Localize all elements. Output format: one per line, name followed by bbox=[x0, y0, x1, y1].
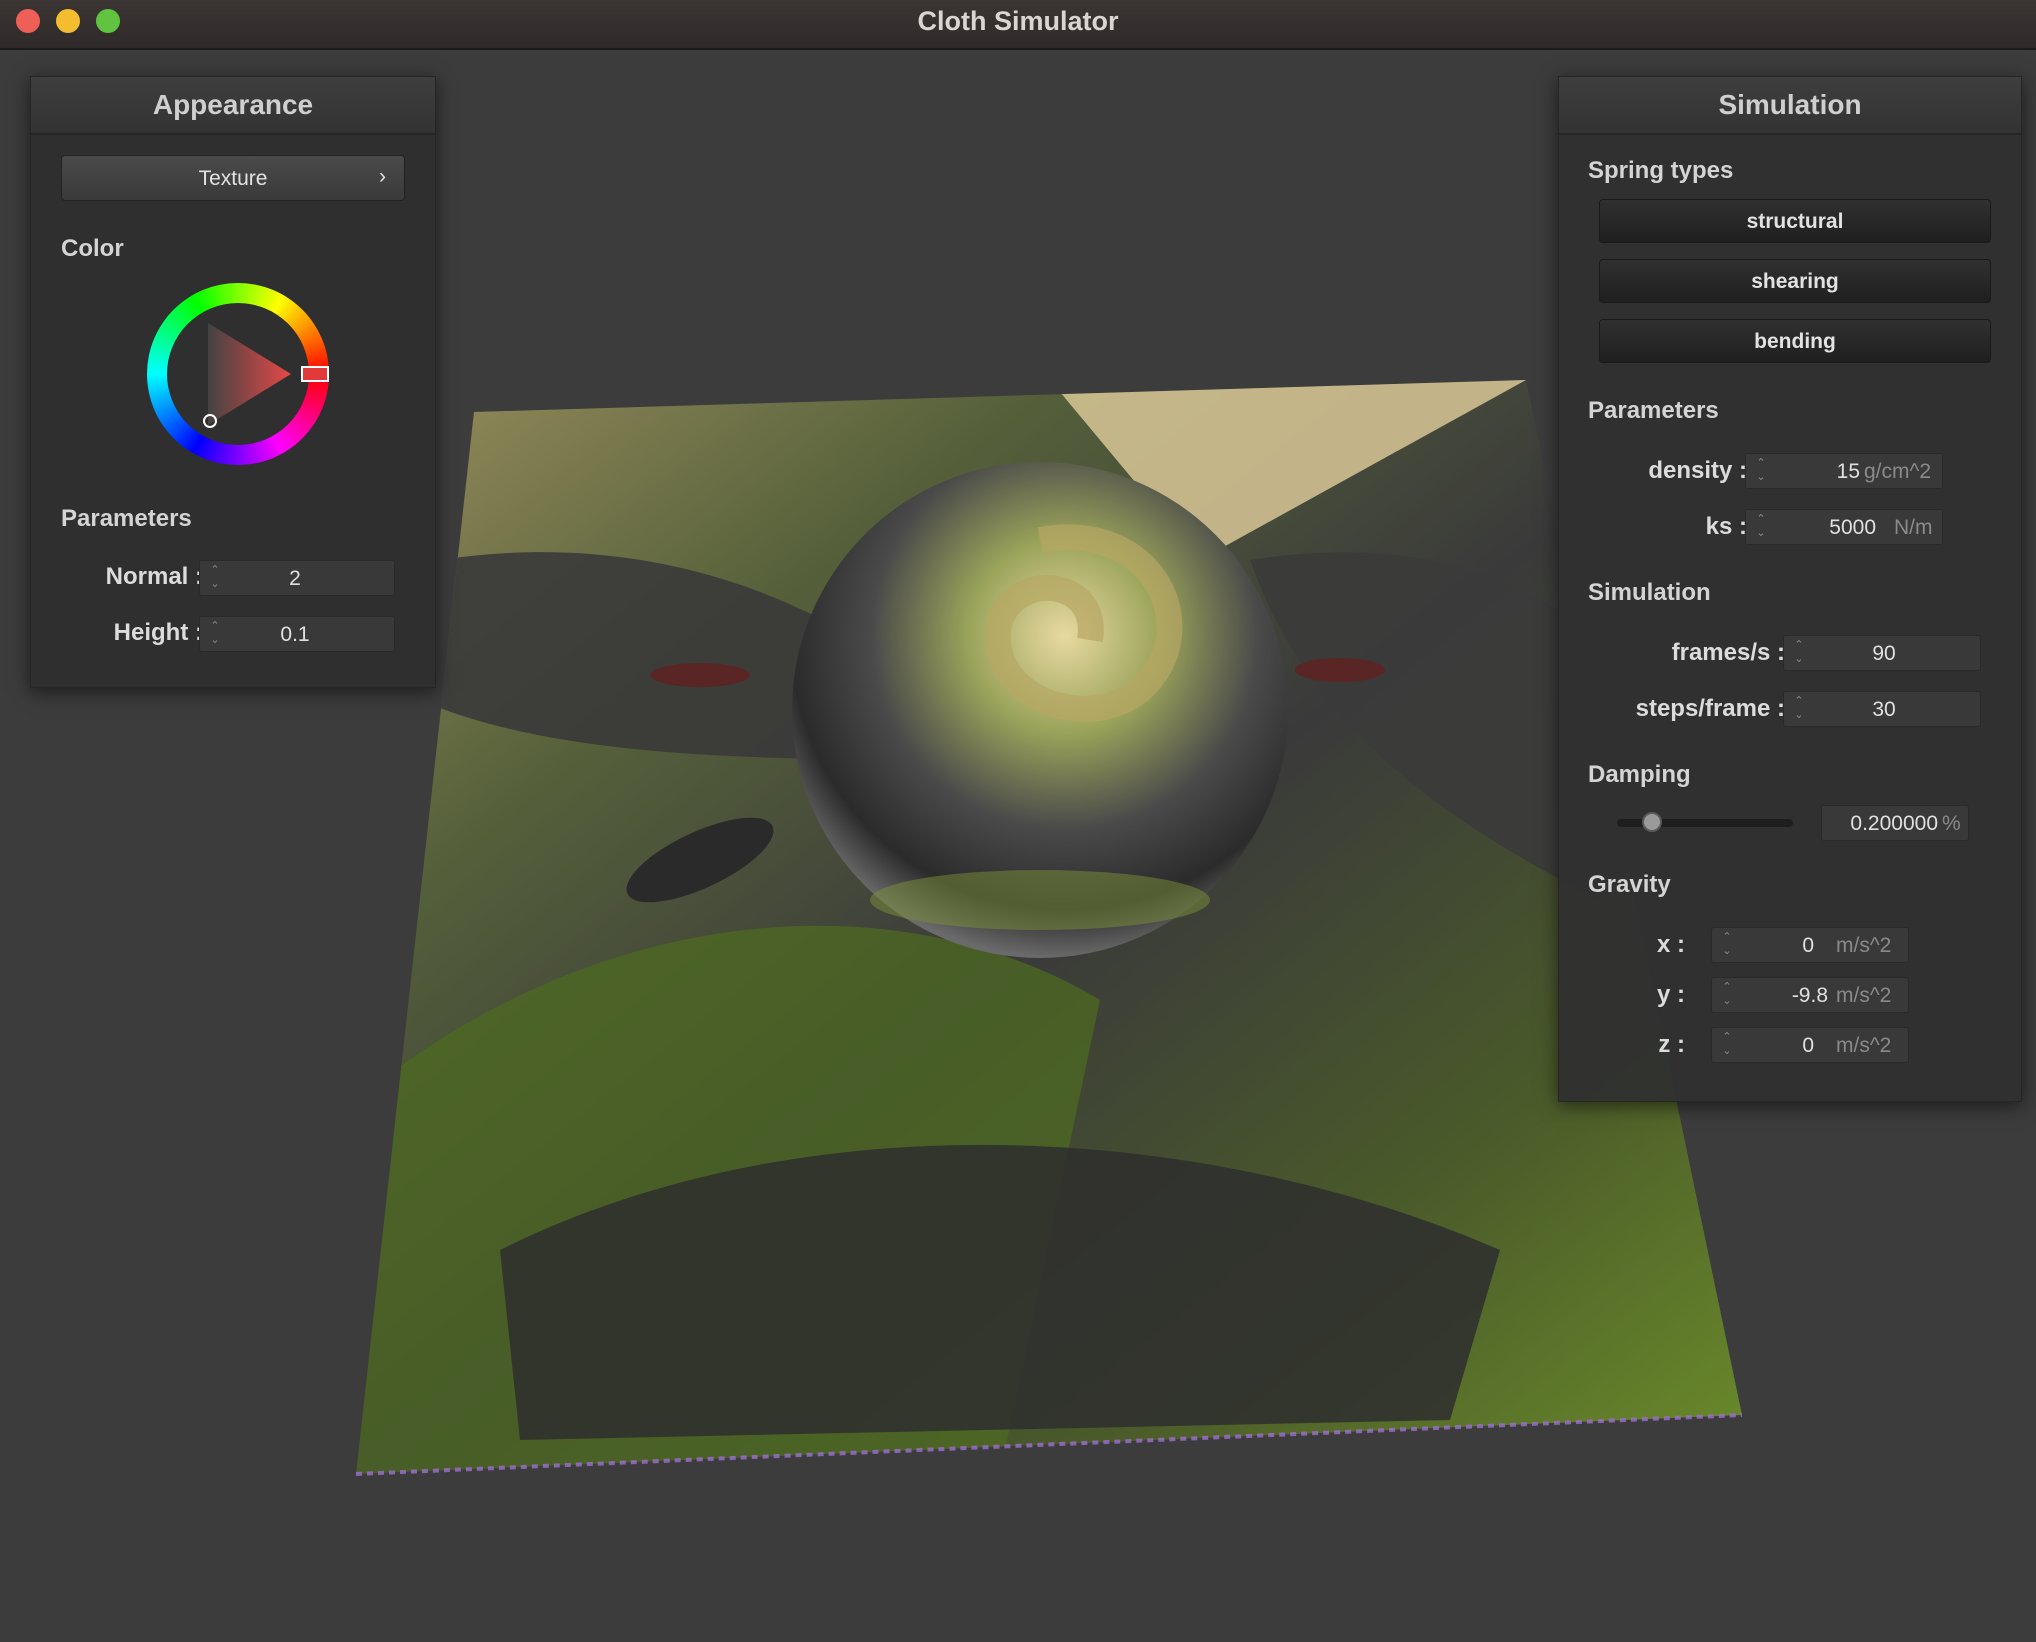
spinner-icon[interactable]: ⌃ ⌄ bbox=[208, 563, 222, 593]
spinner-icon[interactable]: ⌃ ⌄ bbox=[1720, 980, 1734, 1010]
damping-value: 0.200000 bbox=[1850, 812, 1938, 835]
title-bar: Cloth Simulator bbox=[0, 0, 2036, 50]
color-wheel[interactable] bbox=[147, 283, 329, 465]
gravity-x-label: x : bbox=[1656, 931, 1685, 958]
frames-per-second-label: frames/s : bbox=[1671, 639, 1785, 666]
structural-toggle-button[interactable]: structural bbox=[1599, 199, 1991, 243]
gravity-z-input[interactable]: ⌃ ⌄ 0 m/s^2 bbox=[1711, 1027, 1909, 1063]
simulation-parameters-label: Parameters bbox=[1588, 397, 1719, 424]
density-value: 15 bbox=[1836, 460, 1860, 483]
gravity-x-unit: m/s^2 bbox=[1836, 934, 1892, 957]
spinner-icon[interactable]: ⌃ ⌄ bbox=[1720, 930, 1734, 960]
gravity-z-unit: m/s^2 bbox=[1836, 1034, 1892, 1057]
hue-marker bbox=[301, 366, 329, 382]
normal-label: Normal : bbox=[105, 563, 203, 590]
gravity-label: Gravity bbox=[1588, 871, 1671, 898]
spinner-icon[interactable]: ⌃ ⌄ bbox=[208, 619, 222, 649]
density-input[interactable]: ⌃ ⌄ 15 g/cm^2 bbox=[1745, 453, 1943, 489]
chevron-right-icon: › bbox=[379, 165, 386, 188]
height-value: 0.1 bbox=[280, 623, 310, 646]
gravity-x-input[interactable]: ⌃ ⌄ 0 m/s^2 bbox=[1711, 927, 1909, 963]
spinner-icon[interactable]: ⌃ ⌄ bbox=[1720, 1030, 1734, 1060]
spinner-icon[interactable]: ⌃ ⌄ bbox=[1792, 694, 1806, 724]
density-unit: g/cm^2 bbox=[1864, 460, 1932, 483]
steps-per-frame-input[interactable]: ⌃ ⌄ 30 bbox=[1783, 691, 1981, 727]
ks-input[interactable]: ⌃ ⌄ 5000 N/m bbox=[1745, 509, 1943, 545]
texture-button-label: Texture bbox=[198, 167, 268, 190]
damping-label: Damping bbox=[1588, 761, 1691, 788]
appearance-header: Appearance bbox=[31, 77, 435, 135]
bending-toggle-button[interactable]: bending bbox=[1599, 319, 1991, 363]
spinner-icon[interactable]: ⌃ ⌄ bbox=[1754, 456, 1768, 486]
height-input[interactable]: ⌃ ⌄ 0.1 bbox=[199, 616, 395, 652]
appearance-parameters-label: Parameters bbox=[61, 505, 192, 532]
ks-label: ks : bbox=[1705, 513, 1747, 540]
spring-types-label: Spring types bbox=[1588, 157, 1734, 184]
appearance-panel: Appearance Texture › Color Parameters No… bbox=[30, 76, 436, 688]
frames-per-second-input[interactable]: ⌃ ⌄ 90 bbox=[1783, 635, 1981, 671]
steps-per-frame-label: steps/frame : bbox=[1635, 695, 1785, 722]
ks-unit: N/m bbox=[1894, 516, 1933, 539]
gravity-y-input[interactable]: ⌃ ⌄ -9.8 m/s^2 bbox=[1711, 977, 1909, 1013]
damping-unit: % bbox=[1942, 812, 1961, 835]
gravity-z-label: z : bbox=[1658, 1031, 1685, 1058]
simulation-header: Simulation bbox=[1559, 77, 2021, 135]
height-label: Height : bbox=[113, 619, 203, 646]
normal-value: 2 bbox=[289, 567, 301, 590]
damping-slider-knob[interactable] bbox=[1642, 812, 1663, 832]
gravity-z-value: 0 bbox=[1802, 1034, 1814, 1057]
steps-per-frame-value: 30 bbox=[1872, 698, 1896, 721]
gravity-x-value: 0 bbox=[1802, 934, 1814, 957]
spinner-icon[interactable]: ⌃ ⌄ bbox=[1792, 638, 1806, 668]
frames-per-second-value: 90 bbox=[1872, 642, 1896, 665]
density-label: density : bbox=[1648, 457, 1747, 484]
gravity-y-label: y : bbox=[1656, 981, 1685, 1008]
color-section-label: Color bbox=[61, 235, 124, 262]
gravity-y-value: -9.8 bbox=[1791, 984, 1828, 1007]
damping-input[interactable]: 0.200000 % bbox=[1821, 805, 1969, 841]
damping-slider[interactable] bbox=[1617, 812, 1793, 832]
simulation-section-label: Simulation bbox=[1588, 579, 1711, 606]
texture-popup-button[interactable]: Texture › bbox=[61, 155, 405, 201]
normal-input[interactable]: ⌃ ⌄ 2 bbox=[199, 560, 395, 596]
gravity-y-unit: m/s^2 bbox=[1836, 984, 1892, 1007]
shearing-toggle-button[interactable]: shearing bbox=[1599, 259, 1991, 303]
window-title: Cloth Simulator bbox=[917, 6, 1119, 36]
ks-value: 5000 bbox=[1829, 516, 1876, 539]
simulation-panel: Simulation Spring types structural shear… bbox=[1558, 76, 2022, 1102]
spinner-icon[interactable]: ⌃ ⌄ bbox=[1754, 512, 1768, 542]
